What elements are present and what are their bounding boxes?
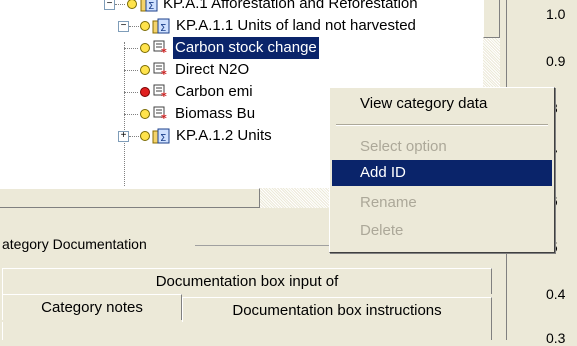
tree-node-label: KP.A.1.1 Units of land not harvested <box>176 17 416 34</box>
status-bulb-icon <box>140 43 150 53</box>
tree-horizontal-scroll-thumb[interactable] <box>0 188 260 208</box>
category-documentation-title: ategory Documentation <box>2 236 147 252</box>
axis-value: 0.4 <box>546 286 566 302</box>
svg-text:*: * <box>161 112 167 122</box>
tree-connector <box>124 48 138 49</box>
document-asterisk-icon: * <box>153 62 167 78</box>
axis-value: 0.9 <box>546 53 566 69</box>
sigma-folder-icon: Σ <box>152 128 170 144</box>
sigma-folder-icon: Σ <box>152 18 170 34</box>
status-bulb-icon <box>140 131 150 141</box>
minus-box-icon[interactable]: − <box>118 21 129 32</box>
tree-connector <box>124 70 138 71</box>
svg-text:Σ: Σ <box>160 23 166 34</box>
tree-node-label: KP.A.1.2 Units <box>176 127 272 144</box>
tree-node-label: KP.A.1 Afforestation and Reforestation <box>163 0 418 12</box>
document-asterisk-icon: * <box>153 40 167 56</box>
menu-item-delete: Delete <box>332 218 552 244</box>
tab-content-area <box>2 322 492 340</box>
tab-label: Category notes <box>41 299 143 316</box>
context-menu: View category data Select option Add ID … <box>329 87 555 253</box>
tree-node-label: Biomass Bu <box>175 105 256 122</box>
tab-category-notes[interactable]: Category notes <box>2 294 182 320</box>
menu-item-select-option: Select option <box>332 134 552 160</box>
tree-connector <box>129 26 139 27</box>
tree-node-carbon-stock-change[interactable]: * Carbon stock change <box>0 36 500 60</box>
menu-item-view-category-data[interactable]: View category data <box>332 91 552 117</box>
status-bulb-icon <box>140 21 150 31</box>
tab-documentation-box-input[interactable]: Documentation box input of <box>2 268 492 294</box>
tree-node-label: Carbon stock change <box>172 36 320 60</box>
minus-box-icon[interactable]: − <box>104 0 115 10</box>
document-asterisk-icon: * <box>153 84 167 100</box>
sigma-folder-icon: Σ <box>140 0 158 12</box>
document-asterisk-icon: * <box>153 106 167 122</box>
svg-text:Σ: Σ <box>148 1 154 12</box>
status-bulb-icon <box>140 65 150 75</box>
tree-node-kp-a-1[interactable]: − Σ KP.A.1 Afforestation and Reforestati… <box>0 0 500 15</box>
axis-value: 1.0 <box>546 6 566 22</box>
menu-item-add-id[interactable]: Add ID <box>332 160 552 186</box>
tree-node-kp-a-1-1[interactable]: − Σ KP.A.1.1 Units of land not harvested <box>0 15 500 37</box>
tab-label: Documentation box instructions <box>232 302 442 319</box>
menu-item-rename: Rename <box>332 190 552 216</box>
tab-documentation-box-instructions[interactable]: Documentation box instructions <box>182 297 492 323</box>
tree-connector <box>124 114 138 115</box>
axis-value: 0.3 <box>546 330 566 346</box>
tree-node-direct-n2o[interactable]: * Direct N2O <box>0 59 500 81</box>
menu-item-label: Add ID <box>360 164 406 181</box>
svg-text:Σ: Σ <box>160 133 166 144</box>
status-bulb-icon <box>127 0 137 9</box>
status-bulb-icon <box>140 87 150 97</box>
status-bulb-icon <box>140 109 150 119</box>
tree-connector <box>129 136 139 137</box>
plus-box-icon[interactable]: + <box>118 131 129 142</box>
menu-item-label: Select option <box>360 138 447 155</box>
menu-item-label: View category data <box>360 95 488 112</box>
svg-text:*: * <box>161 68 167 78</box>
menu-item-label: Delete <box>360 222 404 239</box>
menu-item-label: Rename <box>360 194 417 211</box>
menu-separator <box>336 124 548 126</box>
tree-node-label: Direct N2O <box>175 61 250 78</box>
svg-text:*: * <box>161 46 167 56</box>
svg-text:*: * <box>161 90 167 100</box>
tree-node-label: Carbon emi <box>175 83 253 100</box>
tab-label: Documentation box input of <box>155 273 339 290</box>
tree-vertical-scroll-thumb[interactable] <box>483 0 500 38</box>
tree-connector <box>115 4 125 5</box>
tree-connector <box>124 92 138 93</box>
